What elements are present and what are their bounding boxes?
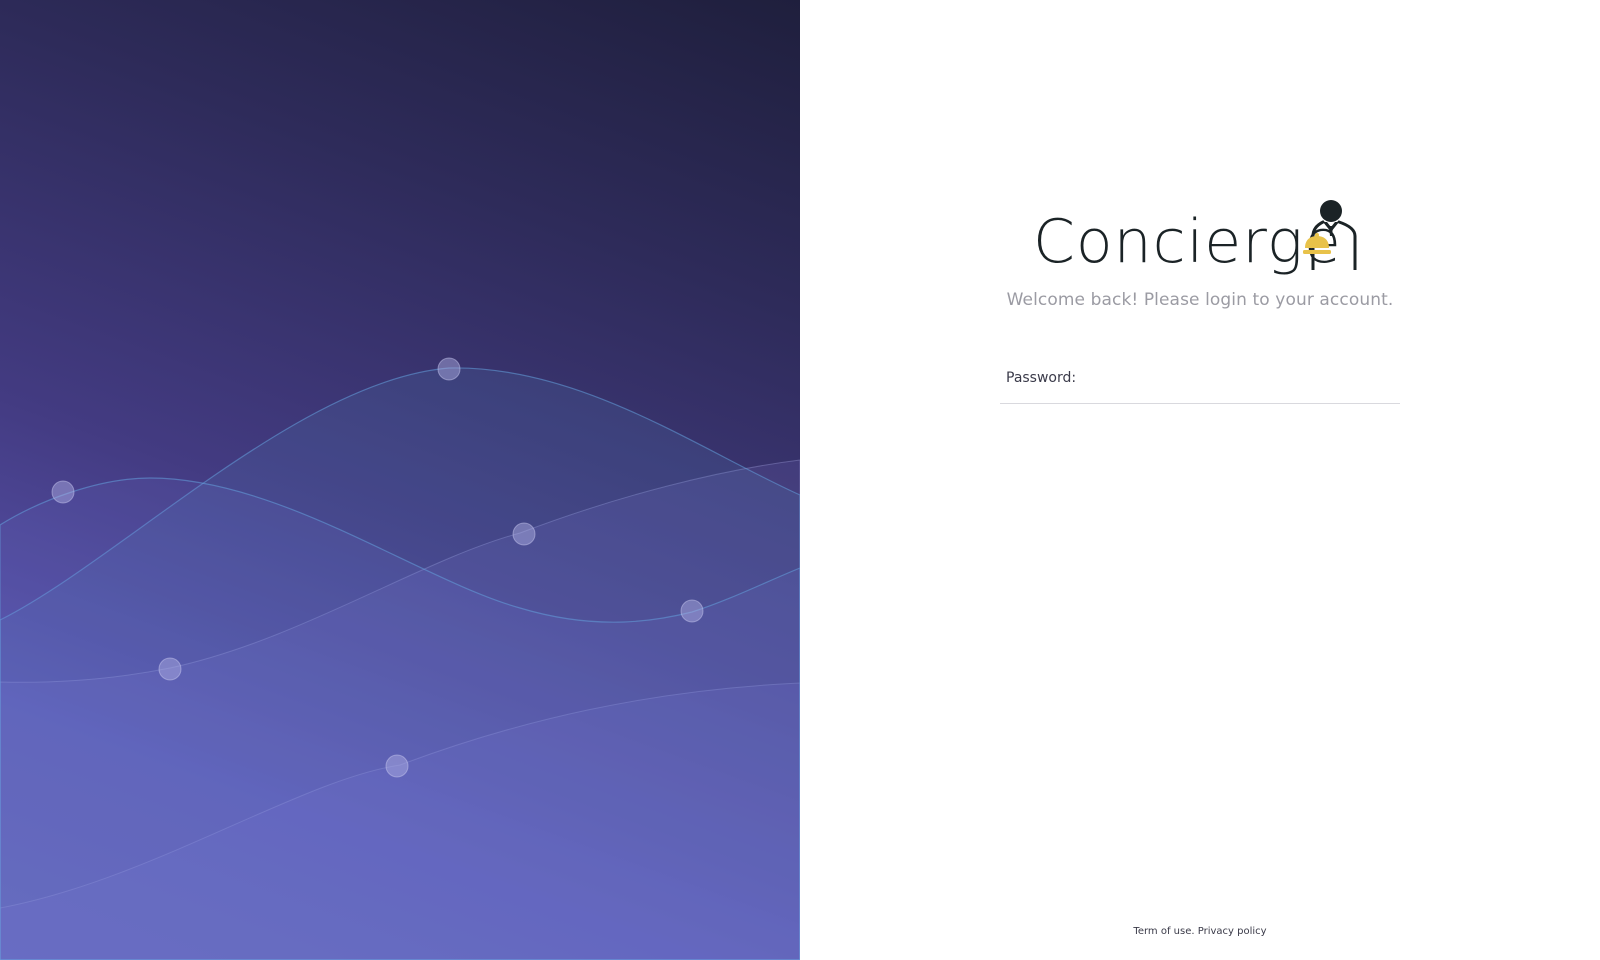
password-field[interactable]: Password: — [1000, 364, 1400, 404]
hero-panel — [0, 0, 800, 960]
wave-dot — [385, 754, 409, 778]
brand-logo: Concierge — [1033, 198, 1363, 284]
wave-dot — [437, 357, 461, 381]
footer-links: Term of use. Privacy policy — [800, 926, 1600, 937]
wave-dot — [51, 480, 75, 504]
wave-dot — [680, 599, 704, 623]
password-label: Password: — [1006, 370, 1077, 386]
login-panel: Concierge Welcome back! Please login to … — [800, 0, 1600, 960]
privacy-link[interactable]: Privacy policy — [1198, 926, 1267, 937]
wave-background — [0, 357, 800, 960]
wave-dot — [158, 657, 182, 681]
wave-dot — [512, 522, 536, 546]
terms-link[interactable]: Term of use. — [1133, 926, 1194, 937]
password-input[interactable] — [1080, 366, 1396, 398]
login-page: Concierge Welcome back! Please login to … — [0, 0, 1600, 960]
concierge-butler-bell-icon — [1303, 200, 1357, 270]
brand-name: Concierge — [1033, 207, 1342, 277]
welcome-text: Welcome back! Please login to your accou… — [1006, 290, 1394, 310]
